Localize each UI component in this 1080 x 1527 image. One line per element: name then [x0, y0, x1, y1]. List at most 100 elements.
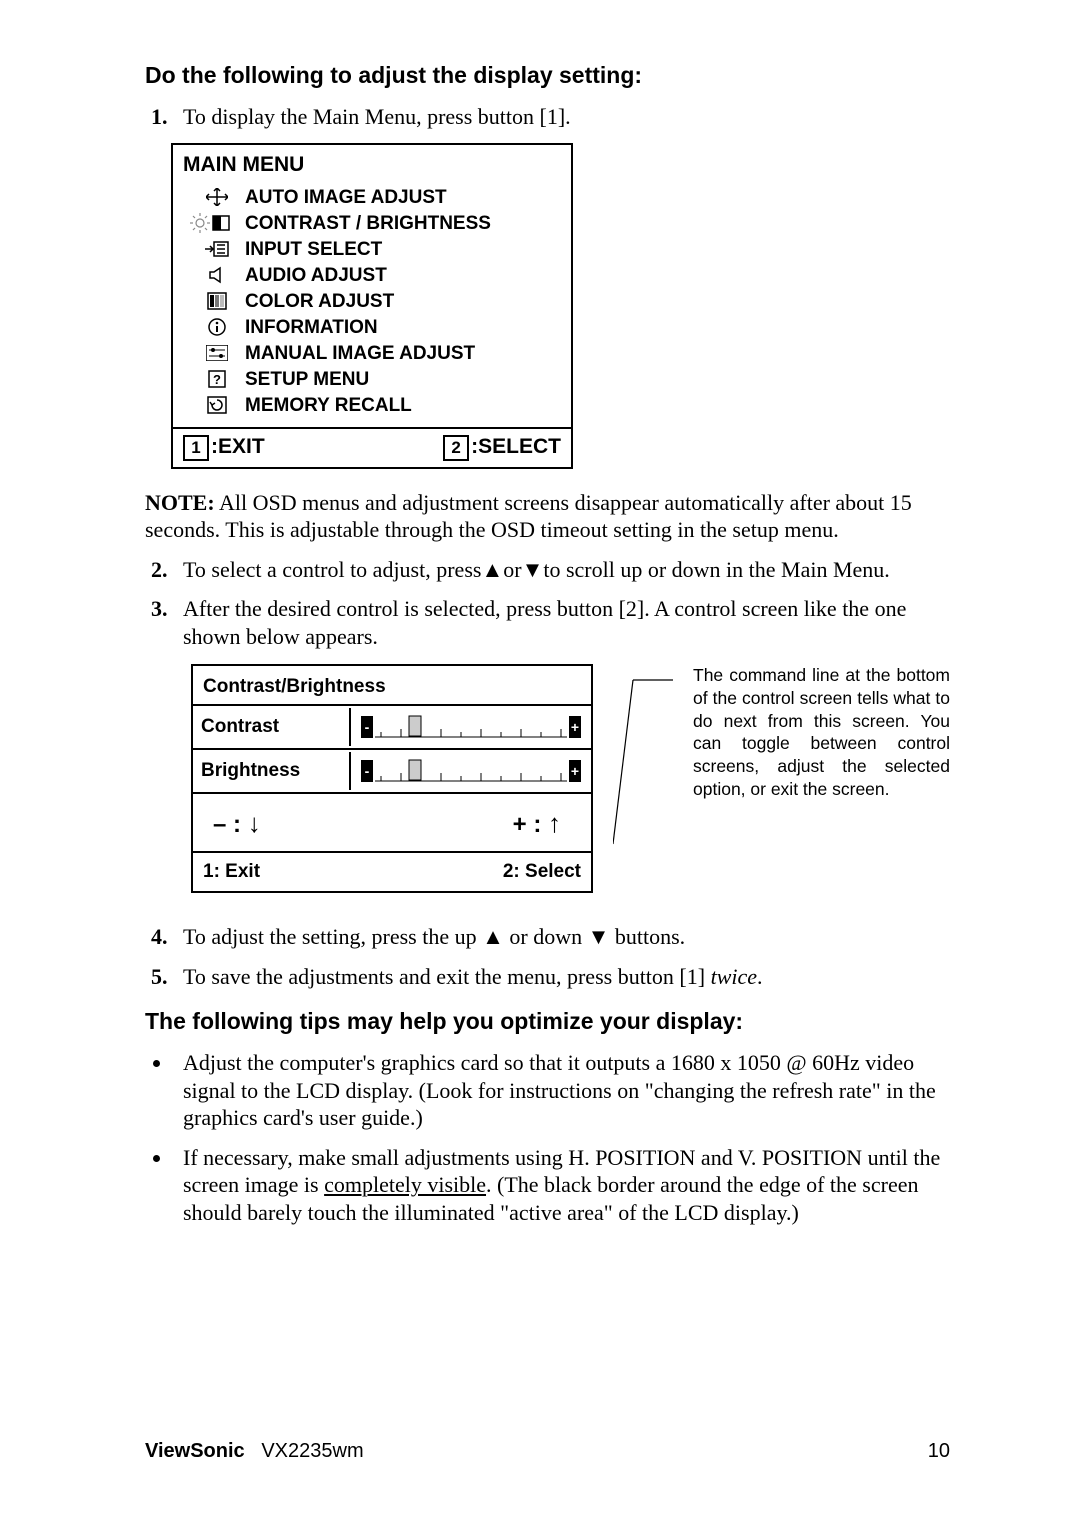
- menu-item-label: SETUP MENU: [245, 369, 369, 391]
- menu-item-label: AUTO IMAGE ADJUST: [245, 187, 447, 209]
- exit-hint: 1:EXIT: [183, 435, 265, 461]
- svg-text:+: +: [571, 719, 579, 735]
- svg-text:-: -: [365, 719, 370, 735]
- arrow-down-icon: ↓: [248, 808, 261, 838]
- triangle-up-icon: ▲: [482, 924, 504, 949]
- menu-item-information[interactable]: INFORMATION: [183, 315, 561, 341]
- main-menu-items: AUTO IMAGE ADJUST CONTRAST / BRIGHTNESS …: [173, 183, 571, 427]
- speaker-icon: [183, 265, 237, 287]
- contrast-brightness-box: Contrast/Brightness Contrast - + Brightn…: [191, 664, 593, 893]
- cb-brightness-label: Brightness: [193, 752, 351, 790]
- step-4-pre: To adjust the setting, press the up: [183, 924, 482, 949]
- step-4: To adjust the setting, press the up ▲ or…: [173, 923, 950, 951]
- menu-item-input-select[interactable]: INPUT SELECT: [183, 237, 561, 263]
- step-3: After the desired control is selected, p…: [173, 595, 950, 650]
- sun-icon: [190, 213, 210, 235]
- sliders-icon: [183, 343, 237, 365]
- arrow-up-icon: ↑: [548, 808, 561, 838]
- slider-icon: - +: [357, 756, 585, 786]
- cb-title: Contrast/Brightness: [193, 666, 591, 706]
- cb-exit: 1: Exit: [203, 861, 260, 883]
- cb-minus: – : ↓: [213, 808, 261, 839]
- cb-contrast-label: Contrast: [193, 708, 351, 746]
- steps-list-a: To display the Main Menu, press button […: [145, 103, 950, 131]
- info-circle-icon: [183, 317, 237, 339]
- cb-controls: – : ↓ + : ↑: [193, 794, 591, 853]
- step-2-mid: or: [503, 557, 521, 582]
- cb-row-brightness[interactable]: Brightness - +: [193, 750, 591, 794]
- select-label: :SELECT: [471, 435, 561, 458]
- step-5: To save the adjustments and exit the men…: [173, 963, 950, 991]
- cb-plus-label: + :: [513, 811, 542, 838]
- triangle-down-icon: ▼: [588, 924, 610, 949]
- exit-label: :EXIT: [211, 435, 265, 458]
- menu-item-contrast-brightness[interactable]: CONTRAST / BRIGHTNESS: [183, 211, 561, 237]
- input-select-icon: [183, 239, 237, 261]
- step-5-post: .: [757, 964, 763, 989]
- menu-item-manual-image-adjust[interactable]: MANUAL IMAGE ADJUST: [183, 341, 561, 367]
- page-footer: ViewSonic VX2235wm 10: [145, 1440, 950, 1463]
- menu-item-setup-menu[interactable]: ? SETUP MENU: [183, 367, 561, 393]
- step-5-pre: To save the adjustments and exit the men…: [183, 964, 711, 989]
- cb-plus: + : ↑: [513, 808, 561, 839]
- triangle-down-icon: ▼: [522, 557, 544, 582]
- main-menu-footer: 1:EXIT 2:SELECT: [173, 427, 571, 467]
- svg-text:+: +: [571, 763, 579, 779]
- contrast-icon: [212, 213, 230, 235]
- cb-footer: 1: Exit 2: Select: [193, 853, 591, 891]
- menu-item-memory-recall[interactable]: MEMORY RECALL: [183, 393, 561, 419]
- note-label: NOTE:: [145, 490, 215, 515]
- step-4-mid: or down: [504, 924, 588, 949]
- menu-item-color-adjust[interactable]: COLOR ADJUST: [183, 289, 561, 315]
- menu-item-label: COLOR ADJUST: [245, 291, 394, 313]
- connector-line-icon: [613, 674, 673, 854]
- svg-text:?: ?: [213, 372, 221, 387]
- step-2-pre: To select a control to adjust, press: [183, 557, 481, 582]
- footer-left: ViewSonic VX2235wm: [145, 1440, 364, 1463]
- footer-brand: ViewSonic: [145, 1440, 245, 1462]
- cb-row-contrast[interactable]: Contrast - +: [193, 706, 591, 750]
- tips-list: Adjust the computer's graphics card so t…: [145, 1049, 950, 1226]
- svg-text:-: -: [365, 763, 370, 779]
- triangle-up-icon: ▲: [481, 557, 503, 582]
- tip-2-underline: completely visible: [324, 1172, 486, 1197]
- menu-item-label: CONTRAST / BRIGHTNESS: [245, 213, 491, 235]
- tip-1: Adjust the computer's graphics card so t…: [173, 1049, 950, 1132]
- menu-item-label: AUDIO ADJUST: [245, 265, 387, 287]
- cb-wrapper: Contrast/Brightness Contrast - + Brightn…: [191, 664, 950, 893]
- step-2: To select a control to adjust, press▲or▼…: [173, 556, 950, 584]
- recall-icon: [183, 395, 237, 417]
- slider-icon: - +: [357, 712, 585, 742]
- steps-list-c: To adjust the setting, press the up ▲ or…: [145, 923, 950, 990]
- menu-item-label: MANUAL IMAGE ADJUST: [245, 343, 475, 365]
- callout-text: The command line at the bottom of the co…: [693, 664, 950, 801]
- cb-select: 2: Select: [503, 861, 581, 883]
- step-2-post: to scroll up or down in the Main Menu.: [543, 557, 889, 582]
- menu-item-audio-adjust[interactable]: AUDIO ADJUST: [183, 263, 561, 289]
- key-2-icon: 2: [443, 435, 469, 461]
- cb-brightness-slider[interactable]: - +: [351, 750, 591, 792]
- footer-model: VX2235wm: [261, 1440, 363, 1462]
- tip-2: If necessary, make small adjustments usi…: [173, 1144, 950, 1227]
- step-4-post: buttons.: [609, 924, 685, 949]
- menu-item-label: INFORMATION: [245, 317, 378, 339]
- menu-item-label: INPUT SELECT: [245, 239, 382, 261]
- menu-item-label: MEMORY RECALL: [245, 395, 412, 417]
- step-5-italic: twice: [711, 964, 757, 989]
- select-hint: 2:SELECT: [443, 435, 561, 461]
- footer-page-number: 10: [928, 1440, 950, 1463]
- cb-minus-label: – :: [213, 811, 241, 838]
- cb-contrast-slider[interactable]: - +: [351, 706, 591, 748]
- arrows-cross-icon: [183, 187, 237, 209]
- callout-connector: [613, 664, 673, 859]
- main-menu-title: MAIN MENU: [173, 145, 571, 183]
- question-box-icon: ?: [183, 369, 237, 391]
- section-heading-2: The following tips may help you optimize…: [145, 1008, 950, 1035]
- rgb-bars-icon: [183, 291, 237, 313]
- main-menu-box: MAIN MENU AUTO IMAGE ADJUST CONTRAST / B…: [171, 143, 573, 469]
- menu-item-auto-image[interactable]: AUTO IMAGE ADJUST: [183, 185, 561, 211]
- steps-list-b: To select a control to adjust, press▲or▼…: [145, 556, 950, 651]
- note-paragraph: NOTE: All OSD menus and adjustment scree…: [145, 489, 950, 544]
- step-1: To display the Main Menu, press button […: [173, 103, 950, 131]
- key-1-icon: 1: [183, 435, 209, 461]
